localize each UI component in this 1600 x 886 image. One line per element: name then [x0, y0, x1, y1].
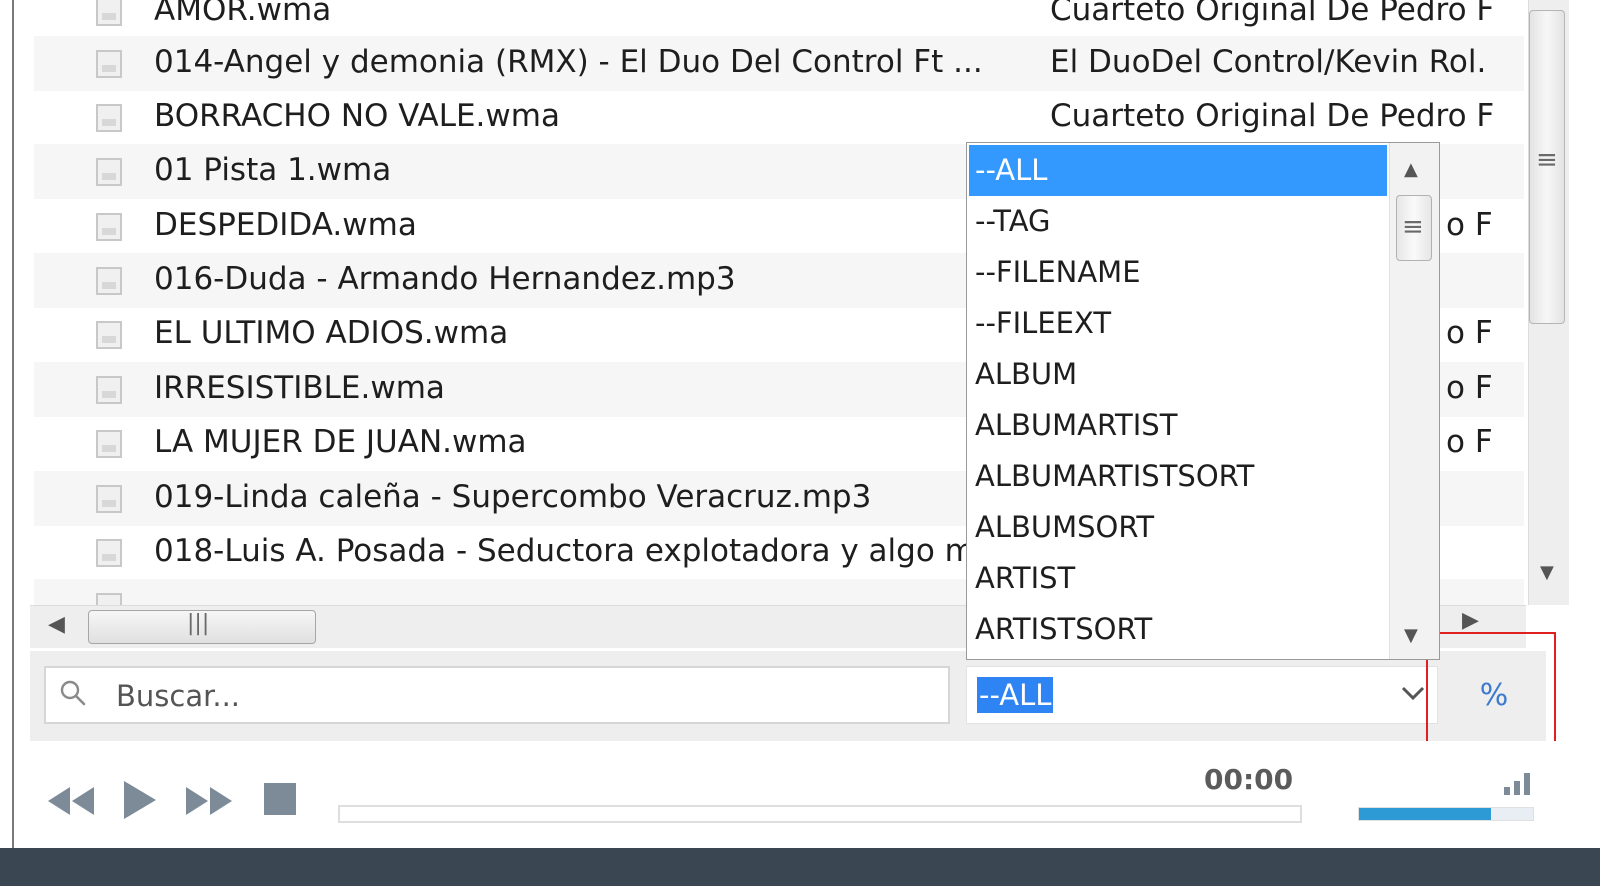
- track-artist: El DuoDel Control/Kevin Rol.: [1050, 44, 1487, 80]
- track-artist: Cuarteto Original De Pedro F: [1050, 0, 1495, 28]
- scroll-left-arrow-icon[interactable]: ◀: [48, 612, 65, 637]
- dropdown-item-albumartist[interactable]: ALBUMARTIST: [969, 400, 1387, 451]
- scroll-up-arrow-icon[interactable]: ▲: [1404, 159, 1418, 180]
- track-row-1[interactable]: 014-Angel y demonia (RMX) - El Duo Del C…: [34, 36, 1524, 91]
- stop-icon[interactable]: [262, 781, 298, 817]
- track-title: BORRACHO NO VALE.wma: [154, 98, 560, 134]
- scroll-down-arrow-icon[interactable]: ▼: [1540, 562, 1554, 583]
- search-icon: [60, 680, 86, 706]
- dropdown-item-filename[interactable]: --FILENAME: [969, 247, 1387, 298]
- track-title: AMOR.wma: [154, 0, 332, 28]
- dropdown-scroll-thumb[interactable]: ≡: [1396, 195, 1432, 261]
- horizontal-scroll-thumb[interactable]: |||: [88, 610, 316, 644]
- scroll-right-arrow-icon[interactable]: ▶: [1462, 608, 1479, 633]
- file-icon: [96, 267, 122, 295]
- percent-button[interactable]: %: [1444, 668, 1544, 724]
- file-icon: [96, 539, 122, 567]
- dropdown-item-fileext[interactable]: --FILEEXT: [969, 298, 1387, 349]
- file-icon: [96, 213, 122, 241]
- track-artist: o F: [1446, 207, 1493, 243]
- player-controls: 00:00: [14, 741, 1600, 847]
- status-bar: [0, 848, 1600, 886]
- play-icon[interactable]: [120, 779, 160, 821]
- track-title: 019-Linda caleña - Supercombo Veracruz.m…: [154, 479, 872, 515]
- track-row-0[interactable]: AMOR.wma Cuarteto Original De Pedro F: [34, 0, 1524, 39]
- elapsed-time: 00:00: [1204, 763, 1294, 796]
- file-icon: [96, 158, 122, 186]
- file-icon: [96, 104, 122, 132]
- file-icon: [96, 50, 122, 78]
- field-select[interactable]: --ALL: [966, 666, 1438, 724]
- field-dropdown-list[interactable]: --ALL --TAG --FILENAME --FILEEXT ALBUM A…: [966, 142, 1440, 660]
- track-title: 018-Luis A. Posada - Seductora explotado…: [154, 533, 975, 569]
- track-title: 014-Angel y demonia (RMX) - El Duo Del C…: [154, 44, 983, 80]
- grip-icon: ≡: [1402, 212, 1424, 242]
- vertical-scroll-thumb[interactable]: ≡: [1529, 10, 1565, 324]
- track-title: 01 Pista 1.wma: [154, 152, 392, 188]
- dropdown-item-tag[interactable]: --TAG: [969, 196, 1387, 247]
- dropdown-item-albumsort[interactable]: ALBUMSORT: [969, 502, 1387, 553]
- scroll-down-arrow-icon[interactable]: ▼: [1404, 625, 1418, 646]
- dropdown-item-artistsort[interactable]: ARTISTSORT: [969, 604, 1387, 655]
- track-artist: Cuarteto Original De Pedro F: [1050, 98, 1495, 134]
- file-icon: [96, 485, 122, 513]
- track-title: DESPEDIDA.wma: [154, 207, 417, 243]
- file-icon: [96, 376, 122, 404]
- seek-bar[interactable]: [338, 805, 1302, 823]
- grip-icon: |||: [187, 611, 210, 636]
- file-icon: [96, 430, 122, 458]
- volume-level: [1359, 808, 1492, 820]
- rewind-icon[interactable]: [46, 785, 96, 817]
- track-artist: o F: [1446, 370, 1493, 406]
- track-title: LA MUJER DE JUAN.wma: [154, 424, 527, 460]
- dropdown-item-artist[interactable]: ARTIST: [969, 553, 1387, 604]
- dropdown-item-album[interactable]: ALBUM: [969, 349, 1387, 400]
- track-title: 016-Duda - Armando Hernandez.mp3: [154, 261, 736, 297]
- dropdown-item-albumartistsort[interactable]: ALBUMARTISTSORT: [969, 451, 1387, 502]
- field-select-value: --ALL: [977, 677, 1054, 713]
- dropdown-scrollbar[interactable]: ▲ ≡ ▼: [1389, 143, 1439, 659]
- window-border: [0, 0, 14, 870]
- volume-slider[interactable]: [1358, 807, 1534, 821]
- track-artist: o F: [1446, 424, 1493, 460]
- grip-icon: ≡: [1536, 145, 1558, 175]
- chevron-down-icon[interactable]: [1399, 681, 1427, 705]
- track-title: EL ULTIMO ADIOS.wma: [154, 315, 509, 351]
- signal-bars-icon: [1504, 773, 1530, 795]
- track-artist: o F: [1446, 315, 1493, 351]
- file-icon: [96, 0, 122, 26]
- fast-forward-icon[interactable]: [184, 785, 234, 817]
- list-vertical-scrollbar[interactable]: ≡: [1528, 0, 1569, 605]
- search-box[interactable]: [44, 666, 950, 724]
- track-title: IRRESISTIBLE.wma: [154, 370, 445, 406]
- search-input[interactable]: [114, 674, 938, 718]
- file-icon: [96, 321, 122, 349]
- track-row-2[interactable]: BORRACHO NO VALE.wma Cuarteto Original D…: [34, 90, 1524, 145]
- dropdown-item-all[interactable]: --ALL: [969, 145, 1387, 196]
